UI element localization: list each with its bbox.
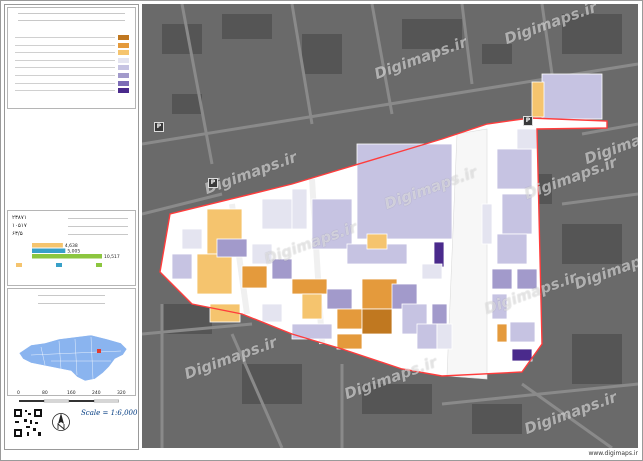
legend-swatch xyxy=(118,88,129,94)
bar-legend-swatch xyxy=(56,263,62,267)
parcel-block xyxy=(416,323,438,350)
parcel-block xyxy=(261,303,283,323)
legend-swatch xyxy=(118,35,129,40)
location-title-line-1 xyxy=(38,295,105,296)
legend-swatch xyxy=(118,57,129,63)
legend-swatch xyxy=(118,80,129,86)
bar-mark xyxy=(32,248,66,253)
parcel-block xyxy=(421,263,443,280)
parcel-block xyxy=(181,228,203,250)
stat-value: ۱۰۵۱۷ xyxy=(12,223,27,229)
parcel-block xyxy=(366,233,388,250)
bar-value-label: 10,517 xyxy=(104,254,120,260)
qr-code-icon xyxy=(13,408,43,438)
legend-sidebar: ۲۳۸۷۱ ۱۰۵۱۷ ۶۳/۵ 4,638 5,005 10,517 0 80 160 24… xyxy=(4,4,139,450)
location-title-line-2 xyxy=(38,303,105,304)
scale-bar xyxy=(19,399,119,403)
legend-swatch xyxy=(118,42,129,48)
population-bar-chart: 4,6385,005 10,517 xyxy=(16,243,120,267)
building-block xyxy=(302,34,342,74)
parcel-block xyxy=(171,253,193,280)
legend-label-line xyxy=(15,90,115,92)
parcel-block xyxy=(496,323,508,343)
parcel-block xyxy=(291,323,333,340)
parcel-block xyxy=(436,323,453,350)
parcel-block xyxy=(361,308,393,335)
building-block xyxy=(472,404,522,434)
bar-legend-swatch xyxy=(96,263,102,267)
parcel-block xyxy=(511,348,533,362)
parcel-block xyxy=(509,321,536,343)
parcel-block xyxy=(301,293,323,320)
parcel-block xyxy=(291,278,328,295)
parcel-block xyxy=(326,288,353,310)
legend-label-line xyxy=(15,67,115,69)
map-panel[interactable]: Digimaps.ir Digimaps.ir Digimaps.ir Digimap… xyxy=(142,4,638,448)
building-block xyxy=(222,14,272,39)
bar-value-label: 5,005 xyxy=(67,249,80,255)
legend-label-line xyxy=(15,75,115,76)
building-block xyxy=(162,24,202,54)
legend-label-line xyxy=(15,44,115,46)
building-block xyxy=(242,364,302,404)
parcel-block xyxy=(496,148,533,190)
scale-label: Scale = 1:6,000 xyxy=(81,409,138,417)
stat-label-line xyxy=(68,218,128,219)
parcel-block xyxy=(496,233,528,265)
parcel-block xyxy=(481,203,493,245)
bar-mark xyxy=(32,243,63,248)
legend-swatch xyxy=(118,65,129,71)
footer-text: www.digimaps.ir xyxy=(142,449,638,459)
parcel-block xyxy=(491,268,513,290)
bar-legend-swatch xyxy=(16,263,22,267)
parking-icon: P xyxy=(523,116,533,126)
parcel-block xyxy=(336,308,363,330)
legend-box xyxy=(7,7,136,109)
stat-value: ۲۳۸۷۱ xyxy=(12,215,27,221)
parcel-block xyxy=(516,128,538,150)
parcel-block xyxy=(241,265,268,289)
parcel-block xyxy=(291,188,308,230)
legend-label-line xyxy=(15,59,115,61)
legend-label-line xyxy=(15,82,115,84)
stats-box: ۲۳۸۷۱ ۱۰۵۱۷ ۶۳/۵ 4,638 5,005 10,517 xyxy=(7,210,136,286)
parcel-block xyxy=(531,81,545,118)
scale-tick-label: 80 xyxy=(42,391,48,396)
scale-tick-label: 240 xyxy=(92,391,101,396)
north-arrow-icon xyxy=(52,413,70,431)
bar-value-label: 4,638 xyxy=(65,243,78,249)
legend-title-line-2 xyxy=(18,20,125,21)
bar-mark xyxy=(32,254,102,259)
parcel-block xyxy=(433,241,445,268)
parking-icon: P xyxy=(208,178,218,188)
stat-label-line xyxy=(68,226,128,227)
parcel-block xyxy=(541,73,603,120)
parcel-block xyxy=(336,333,363,350)
parking-icon: P xyxy=(154,122,164,132)
parcel-block xyxy=(216,238,248,258)
legend-swatch xyxy=(118,50,129,56)
parcel-block xyxy=(261,198,293,230)
legend-label-line xyxy=(15,37,115,38)
building-block xyxy=(172,94,202,114)
legend-label-line xyxy=(15,52,115,54)
scale-tick-label: 0 xyxy=(17,391,20,396)
legend-swatch xyxy=(118,73,129,78)
stat-label-line xyxy=(68,234,128,235)
scale-tick-label: 320 xyxy=(117,391,126,396)
stat-value: ۶۳/۵ xyxy=(12,231,23,237)
scale-tick-label: 160 xyxy=(67,391,76,396)
footer-url[interactable]: www.digimaps.ir xyxy=(588,450,638,457)
parcel-block xyxy=(196,253,233,295)
building-block xyxy=(562,224,622,264)
building-block xyxy=(572,334,622,384)
legend-title-line-1 xyxy=(18,13,125,14)
parcel-block xyxy=(431,303,448,325)
location-mini-map xyxy=(18,334,128,382)
